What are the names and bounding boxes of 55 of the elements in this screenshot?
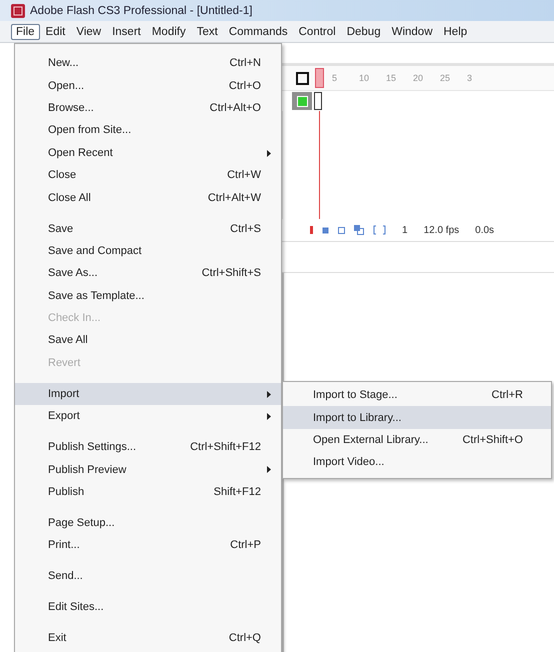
menu-item[interactable]: Page Setup... xyxy=(15,512,281,534)
frame-number: 3 xyxy=(467,73,474,83)
menu-bar-item[interactable]: Edit xyxy=(40,24,70,40)
frame-rate: 12.0 fps xyxy=(424,224,460,236)
menu-item[interactable]: Open from Site... xyxy=(15,119,281,142)
menu-bar-item[interactable]: Help xyxy=(438,24,472,40)
menu-item[interactable]: Publish Preview xyxy=(15,458,281,481)
menu-item[interactable]: Close Ctrl+W xyxy=(15,164,281,186)
frame-number: 10 xyxy=(359,73,370,83)
playhead-marker xyxy=(315,68,324,88)
menu-item[interactable]: Export xyxy=(15,405,281,428)
menu-item[interactable]: Publish Shift+F12 xyxy=(15,480,281,504)
current-frame: 1 xyxy=(402,224,408,236)
onion-skin-icon[interactable] xyxy=(338,226,345,234)
menu-item[interactable]: Open Recent xyxy=(15,142,281,164)
menu-item[interactable]: New... Ctrl+N xyxy=(15,52,281,74)
menu-item[interactable]: Print... Ctrl+P xyxy=(15,534,281,557)
menu-item[interactable]: Open External Library... Ctrl+Shift+O xyxy=(283,428,551,452)
menu-item[interactable]: Import xyxy=(15,382,281,406)
menu-item[interactable]: Save Ctrl+S xyxy=(15,217,281,240)
menu-bar-item[interactable]: Text xyxy=(192,24,223,40)
bracket-icon[interactable] xyxy=(373,225,386,235)
center-frame-icon[interactable] xyxy=(322,226,329,234)
menu-item[interactable]: Import to Stage... Ctrl+R xyxy=(283,384,551,406)
frame-number: 20 xyxy=(413,73,424,83)
menu-bar-item[interactable]: Modify xyxy=(146,24,191,40)
menu-bar-item[interactable]: Window xyxy=(386,24,438,40)
menu-item[interactable]: Open... Ctrl+O xyxy=(15,74,281,97)
menu-bar-item[interactable]: File xyxy=(11,24,40,40)
app-icon xyxy=(11,4,25,18)
menu-item[interactable]: Close All Ctrl+Alt+W xyxy=(15,186,281,209)
menu-item[interactable]: Import Video... xyxy=(283,451,551,474)
menu-item[interactable]: Save All xyxy=(15,329,281,352)
window-title: Adobe Flash CS3 Professional - [Untitled-1] xyxy=(30,4,252,16)
menu-bar-item[interactable]: Control xyxy=(294,24,341,40)
menu-item[interactable]: Browse... Ctrl+Alt+O xyxy=(15,96,281,120)
keyframe-marker xyxy=(314,92,322,110)
menu-item[interactable]: Import to Library... xyxy=(283,406,551,429)
menu-item[interactable]: Save and Compact xyxy=(15,240,281,262)
outline-icon xyxy=(296,72,309,84)
menu-item[interactable]: Edit Sites... xyxy=(15,596,281,619)
onion-outline-icon[interactable] xyxy=(354,225,364,235)
menu-bar-item[interactable]: View xyxy=(71,24,106,40)
menu-item[interactable]: Save as Template... xyxy=(15,284,281,307)
menu-bar-item[interactable]: Commands xyxy=(224,24,293,40)
menu-bar-item[interactable]: Debug xyxy=(342,24,386,40)
menu-item[interactable]: Exit Ctrl+Q xyxy=(15,627,281,650)
menu-item[interactable]: Save As... Ctrl+Shift+S xyxy=(15,262,281,284)
frame-number: 15 xyxy=(386,73,398,83)
elapsed-time: 0.0s xyxy=(475,224,494,236)
menu-bar-item[interactable]: Insert xyxy=(107,24,146,40)
menu-item[interactable]: Publish Settings... Ctrl+Shift+F12 xyxy=(15,436,281,458)
menu-item[interactable]: Send... xyxy=(15,565,281,588)
frame-number: 25 xyxy=(440,73,452,83)
frame-number: 5 xyxy=(332,73,338,83)
